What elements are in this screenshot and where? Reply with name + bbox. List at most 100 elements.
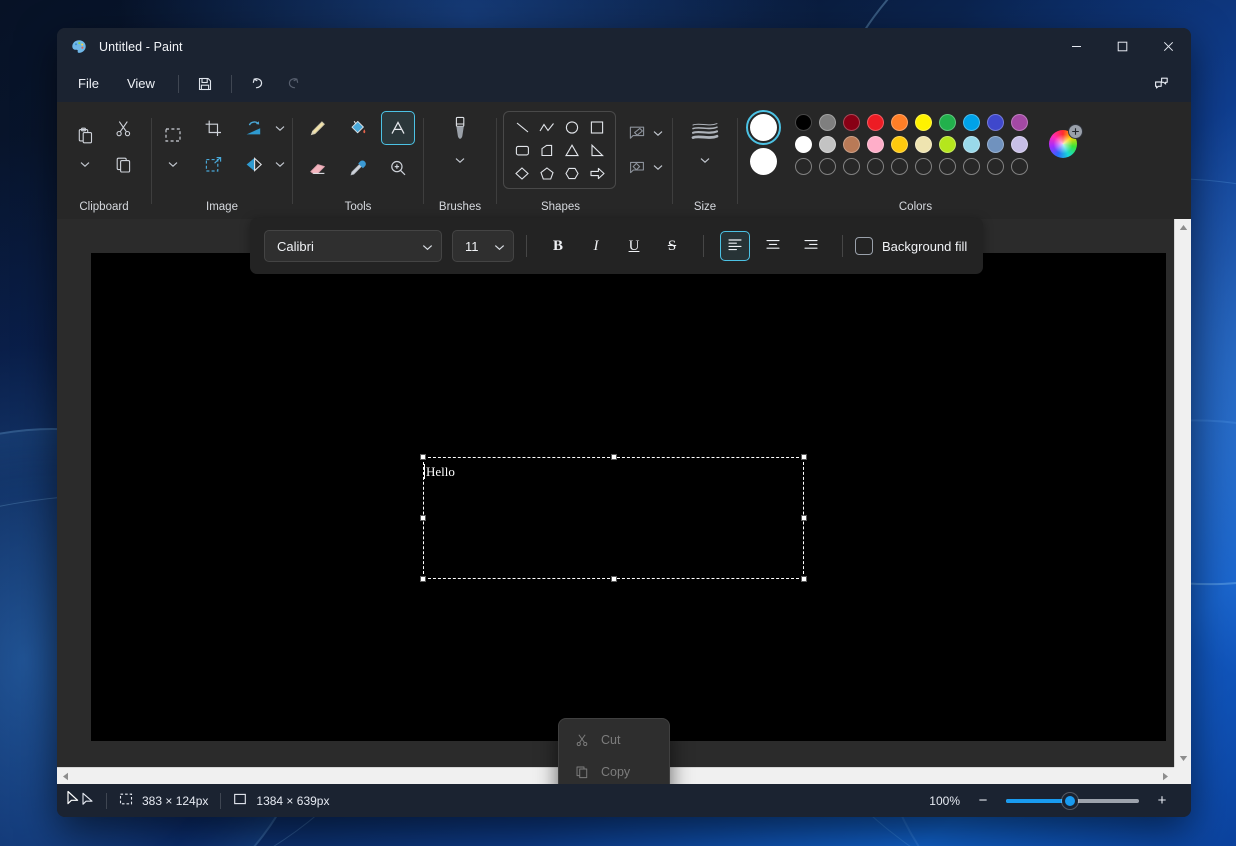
palette-recent-slot-7[interactable] bbox=[935, 155, 959, 177]
resize-handle-s[interactable] bbox=[611, 576, 617, 582]
palette-swatch-r1-c3[interactable] bbox=[839, 111, 863, 133]
palette-recent-slot-1[interactable] bbox=[791, 155, 815, 177]
palette-recent-slot-5[interactable] bbox=[887, 155, 911, 177]
brush-button[interactable] bbox=[443, 111, 477, 149]
shape-rectangle[interactable] bbox=[585, 116, 609, 138]
palette-swatch-r2-c5[interactable] bbox=[887, 133, 911, 155]
palette-swatch-r1-c8[interactable] bbox=[959, 111, 983, 133]
palette-recent-slot-3[interactable] bbox=[839, 155, 863, 177]
font-size-dropdown[interactable]: 11 bbox=[452, 230, 514, 262]
resize-handle-ne[interactable] bbox=[801, 454, 807, 460]
palette-swatch-r1-c9[interactable] bbox=[983, 111, 1007, 133]
font-family-dropdown[interactable]: Calibri bbox=[264, 230, 442, 262]
shape-hexagon[interactable] bbox=[560, 162, 584, 184]
resize-handle-se[interactable] bbox=[801, 576, 807, 582]
shape-curve[interactable] bbox=[535, 116, 559, 138]
select-dropdown[interactable] bbox=[165, 154, 181, 174]
close-button[interactable] bbox=[1145, 28, 1191, 65]
resize-handle-nw[interactable] bbox=[420, 454, 426, 460]
shape-diamond[interactable] bbox=[510, 162, 534, 184]
shape-fill-dropdown[interactable] bbox=[650, 157, 666, 177]
drawing-canvas[interactable]: Hello bbox=[91, 253, 1166, 741]
palette-recent-slot-10[interactable] bbox=[1007, 155, 1031, 177]
rotate-button[interactable] bbox=[236, 111, 270, 145]
color-1-swatch[interactable] bbox=[750, 114, 777, 141]
crop-button[interactable] bbox=[196, 111, 230, 145]
eraser-tool[interactable] bbox=[301, 151, 335, 185]
zoom-out-button[interactable]: − bbox=[972, 790, 994, 812]
magnifier-tool[interactable] bbox=[381, 151, 415, 185]
palette-swatch-r2-c9[interactable] bbox=[983, 133, 1007, 155]
shape-line[interactable] bbox=[510, 116, 534, 138]
align-right-button[interactable] bbox=[796, 231, 826, 261]
shape-rounded-rectangle[interactable] bbox=[510, 139, 534, 161]
palette-swatch-r2-c10[interactable] bbox=[1007, 133, 1031, 155]
underline-button[interactable]: U bbox=[619, 231, 649, 261]
copy-button[interactable] bbox=[106, 147, 140, 181]
menu-view[interactable]: View bbox=[114, 71, 168, 96]
resize-handle-e[interactable] bbox=[801, 515, 807, 521]
size-button[interactable] bbox=[685, 111, 725, 149]
pencil-tool[interactable] bbox=[301, 111, 335, 145]
shape-triangle[interactable] bbox=[560, 139, 584, 161]
shape-fill-button[interactable] bbox=[624, 154, 650, 180]
maximize-button[interactable] bbox=[1099, 28, 1145, 65]
save-button[interactable] bbox=[189, 70, 221, 98]
scroll-down-button[interactable] bbox=[1175, 750, 1191, 767]
palette-swatch-r1-c1[interactable] bbox=[791, 111, 815, 133]
zoom-slider-thumb[interactable] bbox=[1062, 793, 1078, 809]
bold-button[interactable]: B bbox=[543, 231, 573, 261]
shape-arrow[interactable] bbox=[585, 162, 609, 184]
scroll-up-button[interactable] bbox=[1175, 219, 1191, 236]
palette-swatch-r2-c2[interactable] bbox=[815, 133, 839, 155]
palette-recent-slot-9[interactable] bbox=[983, 155, 1007, 177]
zoom-in-button[interactable]: + bbox=[1151, 790, 1173, 812]
cut-button[interactable] bbox=[106, 111, 140, 145]
palette-swatch-r1-c2[interactable] bbox=[815, 111, 839, 133]
align-center-button[interactable] bbox=[758, 231, 788, 261]
palette-swatch-r2-c7[interactable] bbox=[935, 133, 959, 155]
text-tool[interactable] bbox=[381, 111, 415, 145]
flip-button[interactable] bbox=[236, 147, 270, 181]
background-fill-toggle[interactable]: Background fill bbox=[855, 237, 967, 255]
palette-recent-slot-2[interactable] bbox=[815, 155, 839, 177]
palette-swatch-r2-c1[interactable] bbox=[791, 133, 815, 155]
scroll-right-button[interactable] bbox=[1157, 768, 1174, 785]
scroll-left-button[interactable] bbox=[57, 768, 74, 785]
text-selection-box[interactable]: Hello bbox=[423, 457, 804, 579]
palette-recent-slot-8[interactable] bbox=[959, 155, 983, 177]
title-bar[interactable]: Untitled - Paint bbox=[57, 28, 1191, 65]
shape-polygon[interactable] bbox=[535, 139, 559, 161]
zoom-slider[interactable] bbox=[1006, 793, 1139, 809]
shape-outline-dropdown[interactable] bbox=[650, 123, 666, 143]
align-left-button[interactable] bbox=[720, 231, 750, 261]
palette-swatch-r1-c7[interactable] bbox=[935, 111, 959, 133]
resize-handle-sw[interactable] bbox=[420, 576, 426, 582]
size-dropdown[interactable] bbox=[697, 150, 713, 170]
resize-handle-n[interactable] bbox=[611, 454, 617, 460]
palette-swatch-r1-c6[interactable] bbox=[911, 111, 935, 133]
color-2-swatch[interactable] bbox=[750, 148, 777, 175]
italic-button[interactable]: I bbox=[581, 231, 611, 261]
background-fill-checkbox[interactable] bbox=[855, 237, 873, 255]
copilot-button[interactable] bbox=[1145, 70, 1177, 98]
color-picker-tool[interactable] bbox=[341, 151, 375, 185]
strikethrough-button[interactable]: S bbox=[657, 231, 687, 261]
paste-button[interactable] bbox=[68, 118, 102, 152]
vertical-scrollbar[interactable] bbox=[1174, 219, 1191, 767]
minimize-button[interactable] bbox=[1053, 28, 1099, 65]
palette-swatch-r2-c6[interactable] bbox=[911, 133, 935, 155]
paste-dropdown[interactable] bbox=[77, 154, 93, 174]
flip-dropdown[interactable] bbox=[272, 154, 288, 174]
shape-pentagon[interactable] bbox=[535, 162, 559, 184]
palette-recent-slot-6[interactable] bbox=[911, 155, 935, 177]
palette-swatch-r2-c3[interactable] bbox=[839, 133, 863, 155]
resize-handle-w[interactable] bbox=[420, 515, 426, 521]
undo-button[interactable] bbox=[242, 70, 274, 98]
shape-oval[interactable] bbox=[560, 116, 584, 138]
palette-swatch-r2-c4[interactable] bbox=[863, 133, 887, 155]
edit-colors-button[interactable] bbox=[1045, 126, 1081, 162]
fill-tool[interactable] bbox=[341, 111, 375, 145]
rotate-dropdown[interactable] bbox=[272, 118, 288, 138]
palette-swatch-r1-c10[interactable] bbox=[1007, 111, 1031, 133]
